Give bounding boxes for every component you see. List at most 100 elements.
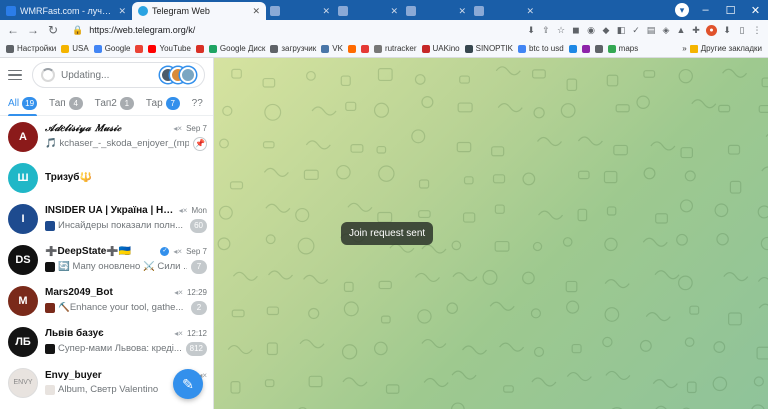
tab-3[interactable]: ✕ [266,2,334,20]
bookmark-item[interactable] [347,44,356,53]
tab-wmrfast[interactable]: WMRFast.com - лучшее место д ✕ [0,2,132,20]
page-favicon-icon [474,6,484,16]
doodle-pattern [217,66,768,409]
tab-5[interactable]: ✕ [402,2,470,20]
close-tab-icon[interactable]: ✕ [458,6,466,17]
bookmark-item[interactable]: SINOPTIK [464,44,513,53]
back-icon[interactable]: ← [6,23,20,37]
bookmark-item[interactable]: Настройки [6,44,56,53]
close-tab-icon[interactable]: ✕ [252,6,260,17]
bookmark-item[interactable]: VK [321,44,343,53]
extension-icon[interactable]: ▲ [676,25,686,35]
close-window-icon[interactable]: ✕ [743,4,768,17]
doodle-shape [565,280,578,293]
minimize-icon[interactable]: – [693,4,718,16]
chat-list-item[interactable]: A 𝒜𝒹𝑒𝓁𝒾𝓈𝒾𝓎𝒶 𝑀𝓊𝓈𝒾𝒸 ◂× Sep 7 🎵 kchaser_-_skoda… [0,116,213,157]
chat-time: Sep 7 [186,246,207,256]
bookmarks-overflow[interactable]: » Другие закладки [682,44,762,53]
chat-avatar: A [8,121,38,152]
bookmark-star-icon[interactable]: ☆ [556,25,566,35]
profile-avatar[interactable]: ● [706,24,717,36]
bookmark-item[interactable]: Google [93,44,130,53]
folder-tab[interactable]: All 19 [8,92,38,116]
doodle-shape [606,74,619,87]
extension-icon[interactable]: ◉ [586,25,596,35]
bookmark-item[interactable]: Google Диск [208,44,265,53]
bookmark-item[interactable] [195,44,204,53]
doodle-shape [757,276,768,282]
chat-list-item[interactable]: ЛБ Львів базує ◂× 12:12 Супер-мами Львова: к… [0,321,213,362]
chat-list-item[interactable]: Ш Тризуб🔱 [0,157,213,198]
folder-tab[interactable]: Тар 7 [146,92,180,116]
extensions-puzzle-icon[interactable]: ✚ [691,25,701,35]
forward-icon[interactable]: → [26,23,40,37]
tab-telegram[interactable]: Telegram Web ✕ [132,2,266,20]
extension-icon[interactable]: ◧ [616,25,626,35]
menu-dots-icon[interactable]: ⋮ [752,25,762,35]
tab-4[interactable]: ✕ [334,2,402,20]
close-tab-icon[interactable]: ✕ [526,6,534,17]
address-bar[interactable]: 🔒 https://web.telegram.org/k/ [66,22,520,38]
more-bookmarks-chevron-icon[interactable]: » [682,44,686,53]
bookmark-item[interactable]: USA [61,44,89,53]
bookmark-item[interactable]: btc to usd [517,44,564,53]
doodle-shape [578,170,590,180]
chat-last-message: 🎵 kchaser_-_skoda_enjoyer_(mp3... [45,138,189,149]
verified-icon: ✓ [160,246,170,256]
menu-icon[interactable] [8,69,22,81]
bookmark-favicon-icon [517,44,526,53]
maximize-icon[interactable]: ☐ [718,4,743,17]
chat-preview-row: 🔄 Мапу оновлено ⚔️ Сили ... 7 [45,259,207,274]
new-message-pencil-icon[interactable]: ✎ [173,369,203,399]
extension-icon[interactable]: ✓ [631,25,641,35]
bookmark-item[interactable]: загрузчик [270,44,316,53]
bookmark-item[interactable]: YouTube [148,44,191,53]
doodle-shape [462,212,476,223]
lock-icon[interactable]: 🔒 [72,25,83,36]
bookmark-item[interactable]: maps [607,44,638,53]
folder-unread-badge: 19 [22,97,38,110]
bookmark-item[interactable] [594,44,603,53]
bookmark-favicon-icon [594,44,603,53]
tab-title: Telegram Web [152,6,210,16]
share-icon[interactable]: ⇪ [541,25,551,35]
close-tab-icon[interactable]: ✕ [118,6,126,17]
folder-tab[interactable]: Тап 4 [49,92,83,116]
bookmark-item[interactable] [581,44,590,53]
download-icon[interactable]: ⬇ [722,25,732,35]
bookmark-item[interactable] [360,44,369,53]
close-tab-icon[interactable]: ✕ [322,6,330,17]
doodle-shape [604,307,620,322]
extension-icon[interactable]: ◆ [601,25,611,35]
extension-icon[interactable]: ▤ [646,25,656,35]
doodle-shape [305,140,331,150]
doodle-shape [756,346,768,360]
reload-icon[interactable]: ↻ [46,23,60,37]
folder-tab[interactable]: ?? [192,92,203,116]
search-input[interactable]: Updating... [32,62,205,88]
stories-avatars[interactable] [160,67,196,83]
profile-menu-icon[interactable]: ▾ [675,3,689,17]
download-icon[interactable]: ⬇ [526,25,536,35]
chat-list-item[interactable]: DS ➕DeepState➕🇺🇦 ✓ ◂× Sep 7 🔄 Мапу оновлено ⚔… [0,239,213,280]
bookmark-item[interactable] [568,44,577,53]
doodle-shape [222,105,233,117]
story-avatar[interactable] [180,67,196,83]
extension-icon[interactable]: ◼ [571,25,581,35]
side-panel-icon[interactable]: ▯ [737,25,747,35]
chat-time: 12:12 [186,328,207,338]
doodle-shape [604,279,630,289]
close-tab-icon[interactable]: ✕ [390,6,398,17]
chat-title-row: ➕DeepState➕🇺🇦 ✓ ◂× Sep 7 [45,246,207,257]
bookmark-item[interactable]: UAKino [421,44,460,53]
chat-list-item[interactable]: M Mars2049_Bot ◂× 12:29 ⛏️Enhance your tool,… [0,280,213,321]
tab-6[interactable]: ✕ [470,2,538,20]
doodle-shape [421,96,434,109]
doodle-shape [531,377,557,387]
bookmark-item[interactable] [135,44,144,53]
chat-list-item[interactable]: I INSIDER UA | Україна | Новини◂×Mon Инсай… [0,198,213,239]
bookmark-item[interactable]: rutracker [373,44,417,53]
other-bookmarks-label: Другие закладки [700,44,762,53]
folder-tab[interactable]: Тап2 1 [95,92,134,116]
extension-icon[interactable]: ◈ [661,25,671,35]
